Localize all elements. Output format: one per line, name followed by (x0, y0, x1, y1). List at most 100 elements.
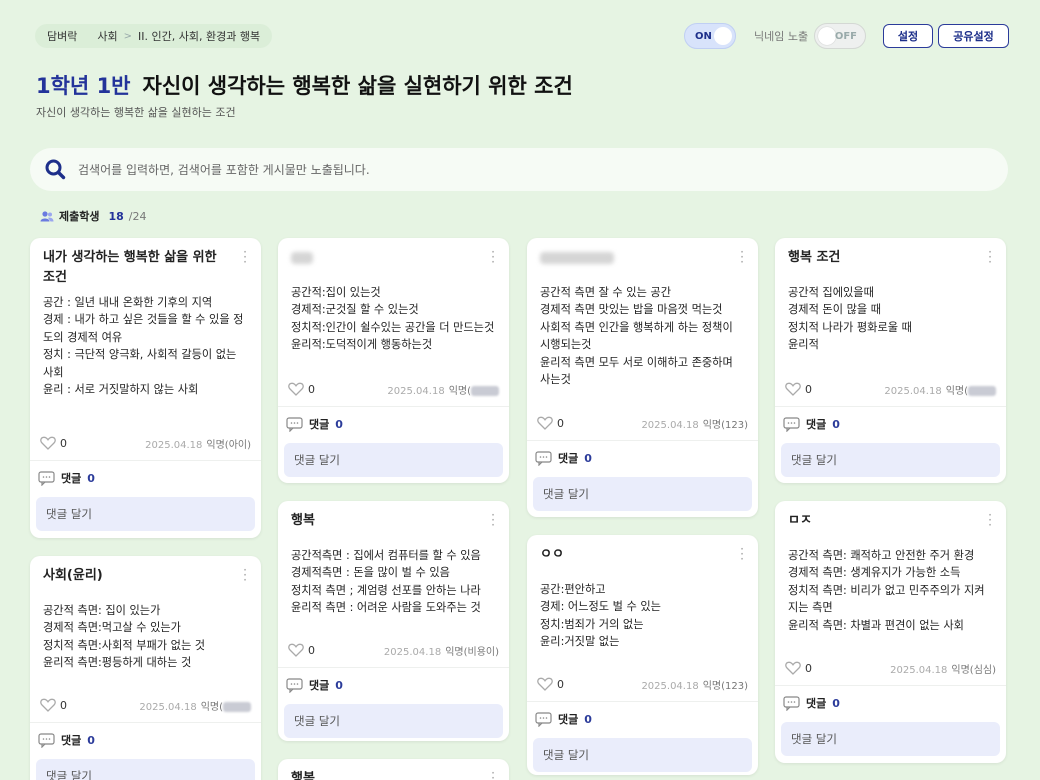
more-icon[interactable]: ··· (241, 564, 249, 586)
add-comment-button[interactable]: 댓글 달기 (533, 477, 752, 511)
more-icon[interactable]: ··· (986, 246, 994, 268)
post-date: 2025.04.18 (890, 664, 948, 676)
post-author: 익명(123) (702, 419, 748, 431)
heart-icon[interactable] (537, 416, 553, 430)
nickname-toggle[interactable]: OFF (814, 23, 866, 49)
comment-icon (38, 470, 55, 486)
comment-count: 0 (87, 733, 95, 747)
breadcrumb: 담벼락 사회 > II. 인간, 사회, 환경과 행복 (35, 24, 273, 48)
comment-row: 댓글 0 (783, 695, 840, 711)
users-icon (40, 210, 54, 221)
divider (527, 440, 758, 441)
more-icon[interactable]: ··· (986, 509, 994, 531)
more-icon[interactable]: ··· (241, 246, 249, 268)
heart-icon[interactable] (537, 677, 553, 691)
search-bar[interactable] (30, 148, 1008, 191)
post-date: 2025.04.18 (139, 701, 197, 713)
redacted-title (291, 252, 313, 264)
redacted-name (968, 385, 996, 396)
breadcrumb-subject[interactable]: 사회 (97, 28, 117, 44)
redacted-name (471, 385, 499, 396)
post-card[interactable]: ㅇㅇ · · · 공간:편안하고 경제: 어느정도 벌 수 있는 정치:범죄가 거의… (527, 535, 758, 775)
comment-row: 댓글 0 (535, 711, 592, 727)
more-icon[interactable]: ··· (738, 543, 746, 565)
post-date: 2025.04.18 (884, 385, 942, 397)
comment-label: 댓글 (309, 418, 330, 431)
divider (775, 406, 1006, 407)
post-card[interactable]: ㅁㅈ · · · 공간적 측면: 쾌적하고 안전한 주거 환경 경제적 측면: 생계… (775, 501, 1006, 763)
comment-row: 댓글 0 (38, 470, 95, 486)
heart-icon[interactable] (288, 643, 304, 657)
comment-count: 0 (584, 451, 592, 465)
more-icon[interactable]: ··· (489, 767, 497, 780)
settings-button[interactable]: 설정 (883, 24, 933, 48)
post-date: 2025.04.18 (387, 385, 445, 397)
heart-icon[interactable] (785, 661, 801, 675)
divider (30, 722, 261, 723)
post-card[interactable]: · · · 공간적:집이 있는것 경제적:군것질 할 수 있는것 정치적:인간이 쉴… (278, 238, 509, 483)
comment-label: 댓글 (558, 713, 579, 726)
comment-label: 댓글 (558, 452, 579, 465)
post-card[interactable]: 내가 생각하는 행복한 삶을 위한 조건 · · · 공간 : 일년 내내 온화한 … (30, 238, 261, 538)
add-comment-button[interactable]: 댓글 달기 (533, 738, 752, 772)
post-card[interactable]: 행복 · · · 공간적측면 : 집에서 컴퓨터를 할 수 있음 경제적측면 : 돈… (278, 501, 509, 741)
display-toggle[interactable]: ON (684, 23, 736, 49)
page-title: 자신이 생각하는 행복한 삶을 실현하기 위한 조건 (142, 74, 573, 98)
heart-icon[interactable] (40, 698, 56, 712)
add-comment-button[interactable]: 댓글 달기 (284, 443, 503, 477)
toggle-off-label: OFF (834, 30, 857, 42)
chevron-right-icon: > (123, 30, 133, 42)
post-meta: 0 2025.04.18 익명( (775, 378, 1006, 400)
like-count: 0 (308, 382, 315, 396)
comment-icon (535, 450, 552, 466)
add-comment-button[interactable]: 댓글 달기 (781, 722, 1000, 756)
post-author: 익명(비용이) (445, 646, 499, 658)
breadcrumb-root[interactable]: 담벼락 (47, 28, 77, 44)
comment-count: 0 (832, 417, 840, 431)
add-comment-button[interactable]: 댓글 달기 (284, 704, 503, 738)
comment-count: 0 (335, 678, 343, 692)
title-row: 1학년 1반 자신이 생각하는 행복한 삶을 실현하기 위한 조건 (36, 70, 573, 100)
search-input[interactable] (78, 148, 978, 191)
post-date: 2025.04.18 (145, 439, 203, 451)
comment-icon (38, 732, 55, 748)
more-icon[interactable]: ··· (489, 509, 497, 531)
more-icon[interactable]: ··· (489, 246, 497, 268)
heart-icon[interactable] (40, 436, 56, 450)
post-author: 익명(심심) (951, 664, 996, 676)
post-card[interactable]: · · · 공간적 측면 잘 수 있는 공간 경제적 측면 맛있는 밥을 마음껏 먹… (527, 238, 758, 517)
comment-label: 댓글 (61, 734, 82, 747)
comment-row: 댓글 0 (38, 732, 95, 748)
post-title: 행복 (291, 771, 315, 780)
comment-row: 댓글 0 (783, 416, 840, 432)
like-count: 0 (805, 382, 812, 396)
submitted-label: 제출학생 (59, 210, 100, 223)
post-card[interactable]: 행복 ··· (278, 759, 509, 780)
class-name: 1학년 1반 (36, 74, 131, 98)
add-comment-button[interactable]: 댓글 달기 (36, 759, 255, 780)
comment-row: 댓글 0 (286, 416, 343, 432)
comment-row: 댓글 0 (286, 677, 343, 693)
post-meta: 0 2025.04.18 익명(123) (527, 412, 758, 434)
add-comment-button[interactable]: 댓글 달기 (36, 497, 255, 531)
post-body: 공간적 측면: 쾌적하고 안전한 주거 환경 경제적 측면: 생계유지가 가능한… (788, 549, 985, 632)
comment-icon (286, 677, 303, 693)
comment-count: 0 (584, 712, 592, 726)
more-icon[interactable]: ··· (738, 246, 746, 268)
heart-icon[interactable] (288, 382, 304, 396)
toggle-on-label: ON (695, 30, 712, 42)
heart-icon[interactable] (785, 382, 801, 396)
post-title: 행복 (291, 513, 315, 528)
post-title: 사회(윤리) (43, 568, 103, 583)
share-settings-button[interactable]: 공유설정 (938, 24, 1009, 48)
post-author: 익명( (200, 701, 223, 713)
breadcrumb-unit[interactable]: II. 인간, 사회, 환경과 행복 (138, 28, 260, 44)
add-comment-button[interactable]: 댓글 달기 (781, 443, 1000, 477)
search-icon[interactable] (44, 158, 66, 180)
student-total: /24 (128, 209, 147, 223)
post-card[interactable]: 사회(윤리) · · · 공간적 측면: 집이 있는가 경제적 측면:먹고살 수 있… (30, 556, 261, 780)
like-count: 0 (308, 643, 315, 657)
post-card[interactable]: 행복 조건 · · · 공간적 집에있을때 경제적 돈이 많을 때 정치적 나라가 … (775, 238, 1006, 483)
post-body: 공간 : 일년 내내 온화한 기후의 지역 경제 : 내가 하고 싶은 것들을 … (43, 296, 244, 397)
submitted-students: 제출학생 18/24 (40, 208, 147, 224)
